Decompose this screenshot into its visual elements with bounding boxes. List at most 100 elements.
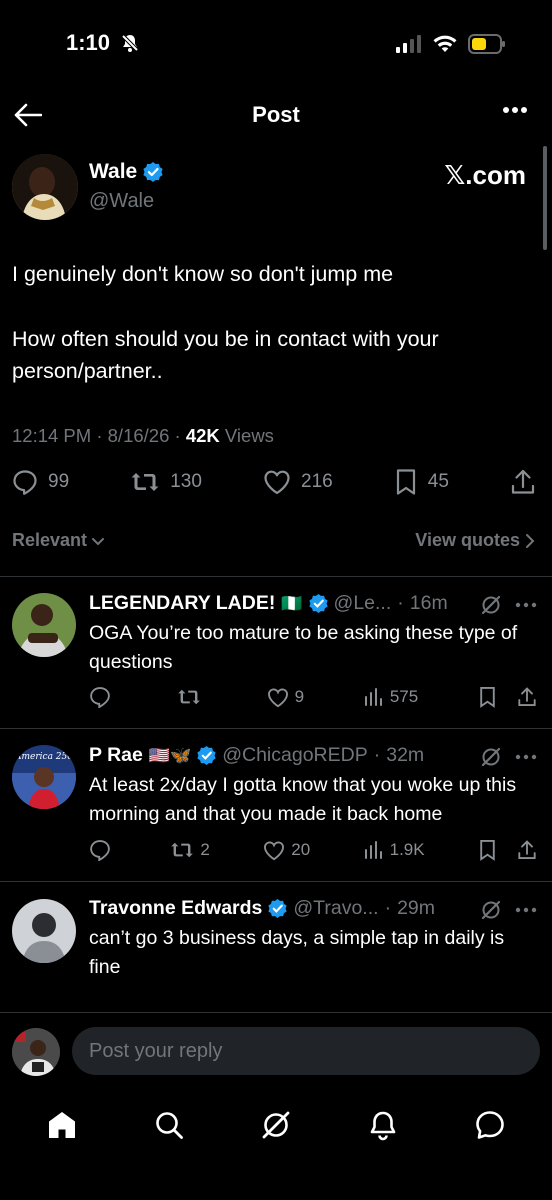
silent-mode-icon: [120, 33, 140, 53]
repost-button[interactable]: 130: [130, 470, 202, 494]
reply-more-button[interactable]: [515, 602, 537, 608]
author-name[interactable]: Wale: [89, 160, 163, 184]
reply-text: OGA You’re too mature to be asking these…: [89, 622, 518, 673]
reply-item[interactable]: Travonne Edwards @Travo... · 29m can’t g…: [0, 882, 552, 1012]
reply-author-name[interactable]: Travonne Edwards: [89, 897, 262, 920]
share-button[interactable]: [517, 839, 537, 861]
current-user-avatar[interactable]: [12, 1028, 60, 1076]
author-avatar[interactable]: [12, 154, 78, 220]
reply-author-name[interactable]: LEGENDARY LADE!: [89, 592, 275, 615]
reply-more-button[interactable]: [515, 907, 537, 913]
verified-badge-icon: [143, 162, 163, 182]
repost-icon: [177, 689, 200, 705]
reply-item[interactable]: America 250 P Rae 🇺🇸🦋 @ChicagoREDP · 32m…: [0, 729, 552, 881]
grok-button[interactable]: [480, 899, 502, 921]
reply-time: 32m: [386, 744, 425, 766]
reply-header: Travonne Edwards @Travo... · 29m: [89, 897, 435, 920]
view-count: 575: [389, 687, 419, 706]
post-actions: 99 130 216 45: [12, 468, 536, 496]
bottom-tab-bar: [0, 1090, 552, 1160]
bookmark-icon: [396, 469, 415, 495]
more-icon: [515, 907, 537, 913]
reply-icon: [90, 687, 110, 708]
reply-avatar[interactable]: [12, 593, 76, 657]
repost-button[interactable]: [177, 687, 207, 707]
sort-label: Relevant: [12, 530, 88, 550]
battery-icon: [468, 34, 506, 54]
share-icon: [518, 687, 536, 706]
share-icon: [511, 469, 535, 494]
like-button[interactable]: 216: [263, 469, 333, 495]
tab-search[interactable]: [153, 1109, 185, 1141]
chevron-down-icon: [92, 537, 105, 545]
tab-home[interactable]: [46, 1109, 78, 1141]
reply-header: P Rae 🇺🇸🦋 @ChicagoREDP · 32m: [89, 744, 425, 767]
reply-author-handle[interactable]: @Travo...: [293, 897, 378, 920]
views-icon: [364, 841, 382, 859]
like-button[interactable]: 9: [267, 687, 304, 708]
sort-dropdown[interactable]: Relevant: [12, 530, 105, 551]
views-button[interactable]: 575: [364, 687, 418, 707]
status-time: 1:10: [66, 30, 140, 56]
tab-messages[interactable]: [474, 1109, 506, 1141]
more-options-button[interactable]: [502, 106, 528, 114]
post-text-line: How often should you be in contact with …: [12, 327, 439, 383]
bookmark-button[interactable]: [478, 839, 497, 861]
repost-button[interactable]: 2: [170, 840, 210, 860]
like-button[interactable]: 20: [263, 840, 310, 861]
view-quotes-link[interactable]: View quotes: [415, 530, 536, 551]
reply-author-handle[interactable]: @Le...: [334, 592, 392, 615]
more-icon: [503, 107, 527, 113]
clock-text: 1:10: [66, 30, 111, 55]
reply-more-button[interactable]: [515, 754, 537, 760]
views-icon: [364, 688, 382, 706]
scrollbar[interactable]: [543, 146, 547, 250]
repost-icon: [171, 842, 194, 858]
views-count[interactable]: 42K: [186, 425, 220, 446]
bookmark-icon: [480, 687, 495, 708]
tab-grok[interactable]: [260, 1109, 292, 1141]
views-label: Views: [224, 425, 274, 446]
view-count: 1.9K: [389, 840, 425, 859]
author-handle[interactable]: @Wale: [89, 190, 154, 213]
bookmark-button[interactable]: [478, 686, 497, 708]
reply-item[interactable]: LEGENDARY LADE! 🇳🇬 @Le... · 16m OGA You’…: [0, 577, 552, 728]
bookmark-button[interactable]: 45: [394, 468, 449, 496]
reply-icon: [90, 840, 110, 861]
repost-count: 2: [200, 840, 210, 859]
home-icon: [48, 1112, 75, 1138]
tab-notifications[interactable]: [367, 1109, 399, 1141]
grok-button[interactable]: [480, 746, 502, 768]
reply-avatar[interactable]: America 250: [12, 745, 76, 809]
more-icon: [515, 754, 537, 760]
reply-time: 16m: [409, 592, 448, 614]
reply-input[interactable]: Post your reply: [72, 1027, 540, 1075]
grok-icon: [481, 900, 501, 920]
repost-count: 130: [170, 471, 202, 492]
post-body: I genuinely don't know so don't jump me …: [12, 258, 532, 420]
reply-button[interactable]: 99: [12, 469, 69, 495]
views-button[interactable]: 1.9K: [364, 840, 425, 860]
reply-actions: 2 20 1.9K: [89, 839, 537, 861]
post-metadata: 12:14 PM · 8/16/26 · 42K Views: [12, 425, 274, 446]
reply-author-name[interactable]: P Rae: [89, 744, 143, 767]
wifi-icon: [432, 34, 458, 54]
reply-text: can’t go 3 business days, a simple tap i…: [89, 927, 505, 978]
share-button[interactable]: [517, 686, 537, 708]
reply-button[interactable]: [89, 839, 117, 861]
grok-button[interactable]: [480, 594, 502, 616]
verified-badge-icon: [308, 594, 328, 613]
like-count: 9: [294, 687, 305, 706]
like-count: 216: [301, 471, 333, 492]
reply-author-handle[interactable]: @ChicagoREDP: [222, 744, 368, 767]
reply-button[interactable]: [89, 686, 117, 708]
messages-icon: [476, 1111, 505, 1139]
post-time: 12:14 PM: [12, 425, 92, 446]
reply-filter-row: Relevant View quotes: [12, 530, 536, 551]
reply-avatar[interactable]: [12, 899, 76, 963]
share-button[interactable]: [510, 468, 536, 496]
reply-time: 29m: [397, 897, 435, 919]
reply-author-flag: 🇳🇬: [281, 593, 303, 613]
source-logo: 𝕏.com: [444, 160, 526, 190]
like-icon: [264, 470, 290, 495]
